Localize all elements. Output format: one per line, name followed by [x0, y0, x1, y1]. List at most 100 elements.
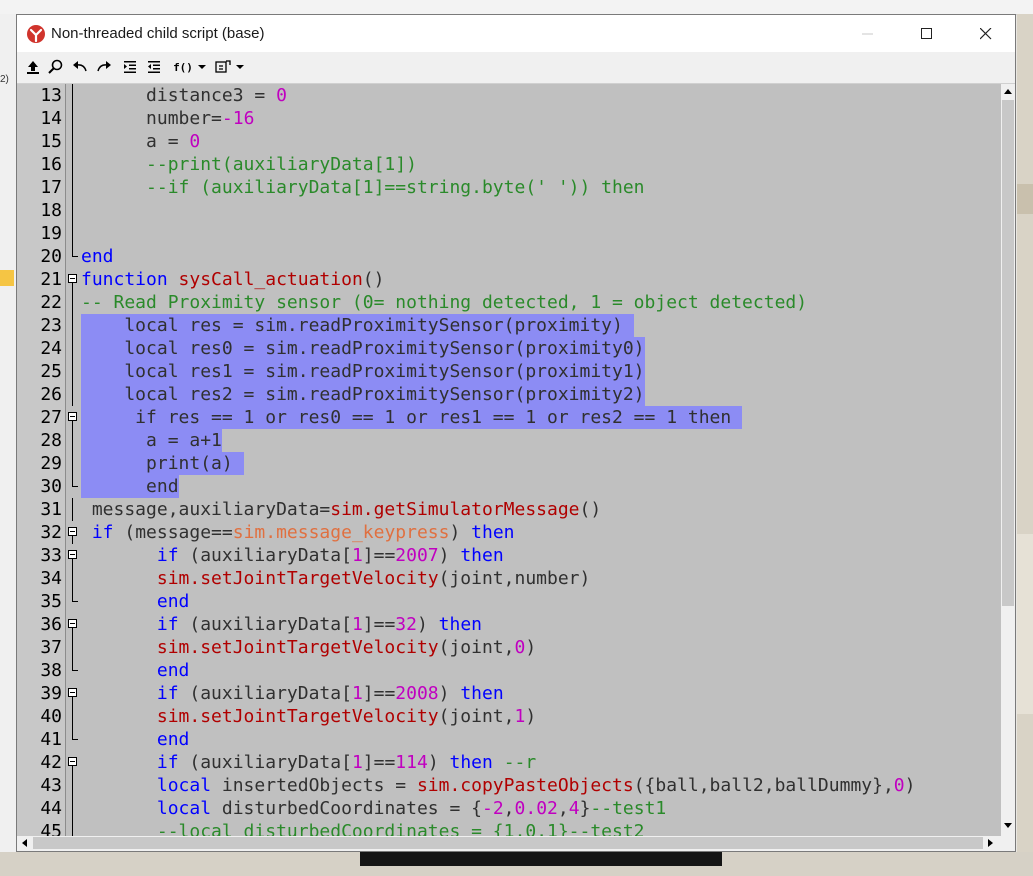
scroll-up-icon[interactable]: [1003, 87, 1013, 95]
code-token: ): [438, 683, 461, 704]
fold-toggle-icon[interactable]: [67, 682, 79, 705]
code-line[interactable]: 15 a = 0: [17, 130, 1001, 153]
code-token: sim.setJointTargetVelocity: [156, 568, 439, 589]
code-line[interactable]: 25 local res1 = sim.readProximitySensor(…: [17, 360, 1001, 383]
code-line[interactable]: 32 if (message==sim.message_keypress) th…: [17, 521, 1001, 544]
maximize-button[interactable]: [898, 15, 956, 52]
fold-toggle-icon[interactable]: [67, 268, 79, 291]
code-token: 1: [351, 752, 363, 773]
line-number: 35: [40, 591, 62, 612]
code-line[interactable]: 23 local res = sim.readProximitySensor(p…: [17, 314, 1001, 337]
code-line[interactable]: 17 --if (auxiliaryData[1]==string.byte('…: [17, 176, 1001, 199]
scroll-left-icon[interactable]: [20, 838, 28, 848]
code-text: local disturbedCoordinates = {-2,0.02,4}…: [81, 797, 666, 820]
code-token: local: [81, 775, 212, 796]
code-line[interactable]: 13 distance3 = 0: [17, 84, 1001, 107]
code-text: message,auxiliaryData=sim.getSimulatorMe…: [81, 498, 601, 521]
code-line[interactable]: 40 sim.setJointTargetVelocity(joint,1): [17, 705, 1001, 728]
fold-toggle-icon[interactable]: [67, 521, 79, 544]
code-token: end: [81, 246, 114, 267]
line-number: 39: [40, 683, 62, 704]
snippets-dropdown[interactable]: [213, 58, 247, 76]
function-list-dropdown[interactable]: f(): [173, 58, 207, 76]
line-number: 41: [40, 729, 62, 750]
fold-toggle-icon[interactable]: [67, 613, 79, 636]
vertical-scrollbar[interactable]: [1001, 84, 1015, 836]
code-token: end: [81, 660, 190, 681]
code-text: if (auxiliaryData[1]==114) then --r: [81, 751, 536, 774]
code-line[interactable]: 43 local insertedObjects = sim.copyPaste…: [17, 774, 1001, 797]
outdent-button[interactable]: [146, 58, 162, 76]
code-line[interactable]: 28 a = a+1: [17, 429, 1001, 452]
code-line[interactable]: 45 --local disturbedCoordinates = {1,0,1…: [17, 820, 1001, 836]
code-text: --local disturbedCoordinates = {1,0,1}--…: [81, 820, 645, 836]
code-line[interactable]: 30 end: [17, 475, 1001, 498]
horizontal-scroll-thumb[interactable]: [33, 837, 983, 849]
code-line[interactable]: 41 end: [17, 728, 1001, 751]
code-line[interactable]: 26 local res2 = sim.readProximitySensor(…: [17, 383, 1001, 406]
code-token: insertedObjects =: [211, 775, 417, 796]
code-token: (auxiliaryData[: [178, 683, 352, 704]
code-token: ]==: [362, 752, 396, 773]
code-line[interactable]: 27 if res == 1 or res0 == 1 or res1 == 1…: [17, 406, 1001, 429]
close-button[interactable]: [957, 15, 1015, 52]
code-token: ): [416, 614, 439, 635]
code-token: -- Read Proximity sensor (0= nothing det…: [81, 292, 808, 313]
fold-line-marker: [67, 176, 79, 199]
code-line[interactable]: 24 local res0 = sim.readProximitySensor(…: [17, 337, 1001, 360]
line-number: 17: [40, 177, 62, 198]
code-line[interactable]: 44 local disturbedCoordinates = {-2,0.02…: [17, 797, 1001, 820]
undo-button[interactable]: [71, 58, 89, 76]
code-line[interactable]: 35 end: [17, 590, 1001, 613]
title-bar[interactable]: Non-threaded child script (base): [17, 15, 1015, 52]
code-line[interactable]: 39 if (auxiliaryData[1]==2008) then: [17, 682, 1001, 705]
line-number: 34: [40, 568, 62, 589]
fold-line-marker: [67, 429, 79, 452]
code-line[interactable]: 37 sim.setJointTargetVelocity(joint,0): [17, 636, 1001, 659]
fold-toggle-icon[interactable]: [67, 544, 79, 567]
scroll-right-icon[interactable]: [987, 838, 995, 848]
code-token: (auxiliaryData[: [178, 545, 352, 566]
code-line[interactable]: 14 number=-16: [17, 107, 1001, 130]
minimize-icon: [862, 33, 873, 34]
horizontal-scrollbar[interactable]: [17, 836, 1001, 850]
code-editor[interactable]: 13 distance3 = 0 14 number=-16 15 a = 0 16 …: [17, 84, 1001, 836]
vertical-scroll-thumb[interactable]: [1002, 100, 1014, 606]
code-token: 0.02: [514, 798, 558, 819]
search-button[interactable]: [47, 58, 65, 76]
scroll-down-icon[interactable]: [1003, 822, 1013, 830]
indent-button[interactable]: [122, 58, 138, 76]
line-number: 29: [40, 453, 62, 474]
code-line[interactable]: 20 end: [17, 245, 1001, 268]
selected-code-text: local res = sim.readProximitySensor(prox…: [81, 314, 634, 337]
code-line[interactable]: 34 sim.setJointTargetVelocity(joint,numb…: [17, 567, 1001, 590]
code-token: 0: [276, 85, 287, 106]
code-line[interactable]: 18: [17, 199, 1001, 222]
minimize-button[interactable]: [839, 15, 897, 52]
fold-line-marker: [67, 199, 79, 222]
code-token: if: [81, 752, 179, 773]
code-line[interactable]: 29 print(a): [17, 452, 1001, 475]
fold-toggle-icon[interactable]: [67, 751, 79, 774]
fold-toggle-icon[interactable]: [67, 406, 79, 429]
code-line[interactable]: 21 function sysCall_actuation(): [17, 268, 1001, 291]
code-line[interactable]: 33 if (auxiliaryData[1]==2007) then: [17, 544, 1001, 567]
upload-button[interactable]: [25, 58, 41, 76]
code-token: --if (auxiliaryData[1]==string.byte(' ')…: [81, 177, 645, 198]
code-line[interactable]: 42 if (auxiliaryData[1]==114) then --r: [17, 751, 1001, 774]
code-token: sim.getSimulatorMessage: [330, 499, 580, 520]
code-token: sim.setJointTargetVelocity: [156, 637, 439, 658]
code-line[interactable]: 16 --print(auxiliaryData[1]): [17, 153, 1001, 176]
code-line[interactable]: 22 -- Read Proximity sensor (0= nothing d…: [17, 291, 1001, 314]
code-line[interactable]: 38 end: [17, 659, 1001, 682]
line-number: 30: [40, 476, 62, 497]
selected-code-text: print(a): [81, 452, 244, 475]
code-token: end: [81, 476, 179, 497]
line-number: 19: [40, 223, 62, 244]
line-number: 18: [40, 200, 62, 221]
code-line[interactable]: 31 message,auxiliaryData=sim.getSimulato…: [17, 498, 1001, 521]
redo-button[interactable]: [95, 58, 113, 76]
code-line[interactable]: 19: [17, 222, 1001, 245]
code-line[interactable]: 36 if (auxiliaryData[1]==32) then: [17, 613, 1001, 636]
